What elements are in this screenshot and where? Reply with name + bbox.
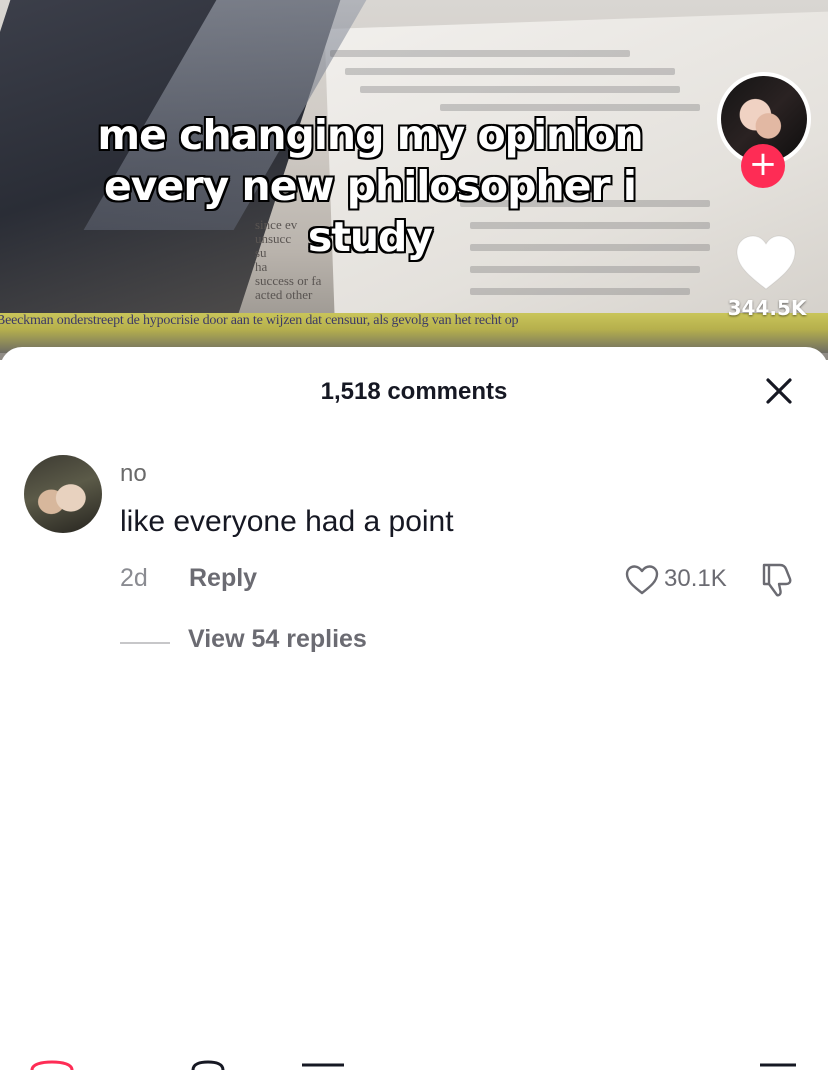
strip-text: Beeckman onderstreept de hypocrisie door…	[0, 313, 519, 328]
page-text-line	[330, 50, 630, 57]
send-icon[interactable]	[758, 1060, 798, 1070]
page-text-line	[470, 266, 700, 273]
comment-timestamp: 2d	[120, 564, 148, 592]
video-caption: me changing my opinion every new philoso…	[40, 110, 700, 263]
video-player[interactable]: since ev unsucc su ha success or fa acte…	[0, 0, 828, 360]
comments-sheet: 1,518 comments no like everyone had a po…	[0, 347, 828, 1070]
like-count: 344.5K	[727, 296, 807, 320]
comment-like-count: 30.1K	[664, 565, 727, 592]
heart-outline-icon	[625, 565, 659, 595]
heart-icon[interactable]	[735, 234, 797, 292]
view-replies-button[interactable]: View 54 replies	[188, 625, 367, 654]
gif-icon[interactable]	[300, 1060, 346, 1070]
follow-button[interactable]: +	[741, 144, 785, 188]
comment-text: like everyone had a point	[120, 505, 454, 538]
comment-username[interactable]: no	[120, 460, 147, 488]
reply-button[interactable]: Reply	[189, 564, 257, 593]
page-text-line	[470, 288, 690, 295]
comments-count-title: 1,518 comments	[320, 378, 508, 405]
commenter-avatar[interactable]	[24, 455, 102, 533]
book-line: acted other	[255, 287, 313, 302]
close-icon[interactable]	[762, 374, 796, 408]
caption-line: study	[307, 213, 433, 261]
dislike-icon[interactable]	[758, 560, 796, 598]
plus-icon: +	[748, 144, 778, 184]
emoji-icon[interactable]	[28, 1060, 76, 1070]
book-line: success or fa	[255, 273, 322, 288]
at-icon[interactable]	[190, 1060, 226, 1070]
comment-like-button[interactable]: 30.1K	[624, 562, 736, 598]
page-text-line	[345, 68, 675, 75]
replies-divider	[120, 642, 170, 644]
caption-line: me changing my opinion	[97, 111, 643, 159]
page-text-line	[360, 86, 680, 93]
caption-line: every new philosopher i	[104, 162, 637, 210]
